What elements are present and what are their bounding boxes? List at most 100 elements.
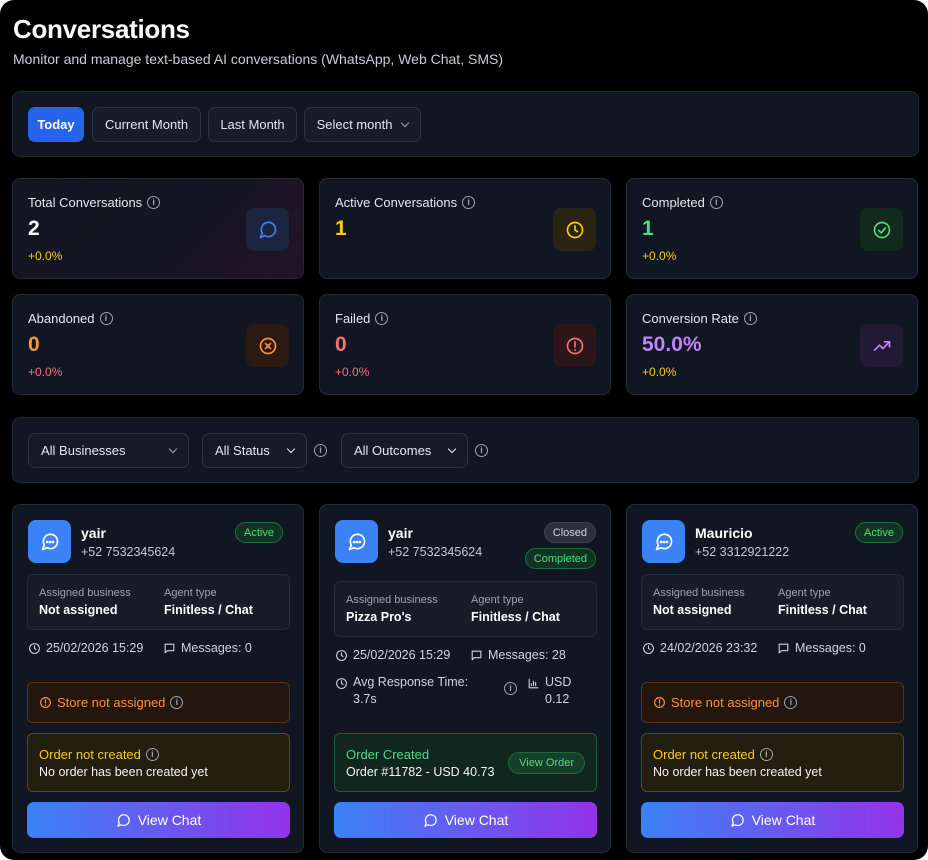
view-chat-button[interactable]: View Chat [27,802,290,838]
view-order-button[interactable]: View Order [508,752,585,774]
order-not-created-alert: Order not created i No order has been cr… [27,733,290,792]
conversation-card: yair +52 7532345624 Closed Completed Ass… [319,504,611,853]
view-chat-button[interactable]: View Chat [334,802,597,838]
stat-value: 1 [642,217,654,240]
info-icon[interactable]: i [314,444,327,457]
order-alert-text: No order has been created yet [653,765,822,779]
assigned-business-value: Not assigned [39,603,118,617]
trending-up-icon [860,324,903,367]
completed-card: Completed i 1 +0.0% [626,178,918,279]
assignment-box: Assigned business Pizza Pro's Agent type… [334,581,597,637]
chat-bubble-icon [730,813,744,827]
info-icon[interactable]: i [743,312,757,325]
agent-type-value: Finitless / Chat [471,610,560,624]
agent-type-value: Finitless / Chat [164,603,253,617]
assigned-business-label: Assigned business [346,594,438,606]
clock-icon [29,642,40,654]
store-alert-text: Store not assigned [671,695,780,710]
chat-avatar-icon [335,520,378,563]
today-button[interactable]: Today [28,107,84,142]
messages-count: Messages: 28 [488,648,566,662]
contact-phone: +52 7532345624 [388,545,483,559]
chevron-down-icon [168,444,178,453]
conversation-date: 24/02/2026 23:32 [660,641,758,655]
info-icon[interactable]: i [475,444,488,457]
x-circle-icon [246,324,289,367]
agent-type-label: Agent type [778,587,831,599]
messages-count: Messages: 0 [795,641,866,655]
info-icon[interactable]: i [759,748,773,761]
info-icon[interactable]: i [99,312,113,325]
select-month-label: Select month [316,117,393,132]
order-alert-title: Order not created [653,747,755,762]
chevron-down-icon [447,444,457,453]
info-icon[interactable]: i [147,196,161,209]
timer-icon [336,678,347,689]
contact-name: yair [388,525,413,541]
outcomes-filter-dropdown[interactable]: All Outcomes [341,433,468,468]
chevron-down-icon [286,444,296,453]
store-not-assigned-alert: Store not assigned i [641,682,904,723]
last-month-button[interactable]: Last Month [208,107,297,142]
info-icon[interactable]: i [462,196,476,209]
info-icon[interactable]: i [170,696,184,709]
clock-icon [553,208,596,251]
select-month-dropdown[interactable]: Select month [304,107,421,142]
status-badge: Active [855,522,903,543]
conversations-page: Conversations Monitor and manage text-ba… [0,0,928,860]
business-filter-dropdown[interactable]: All Businesses [28,433,189,468]
order-alert-text: No order has been created yet [39,765,208,779]
info-icon[interactable]: i [375,312,389,325]
contact-phone: +52 3312921222 [695,545,790,559]
cost-value: 0.12 [545,692,570,706]
check-circle-icon [860,208,903,251]
stat-value: 1 [335,217,347,240]
stat-change: +0.0% [642,249,677,263]
stat-change: +0.0% [28,249,63,263]
chat-bubble-icon [423,813,437,827]
assigned-business-label: Assigned business [653,587,745,599]
avg-response-value: 3.7s [353,692,377,706]
order-details: Order #11782 - USD 40.73 [346,765,495,779]
page-title: Conversations [13,14,190,44]
cost-currency: USD [545,675,572,689]
chat-avatar-icon [642,520,685,563]
chat-bubble-icon [116,813,130,827]
order-not-created-alert: Order not created i No order has been cr… [641,733,904,792]
agent-type-label: Agent type [471,594,524,606]
current-month-button[interactable]: Current Month [92,107,201,142]
info-icon[interactable]: i [784,696,798,709]
message-icon [164,643,175,653]
conversation-filter-bar: All Businesses All Status i All Outcomes… [12,417,919,483]
info-icon[interactable]: i [145,748,159,761]
store-not-assigned-alert: Store not assigned i [27,682,290,723]
active-conversations-card: Active Conversations i 1 [319,178,611,279]
info-icon[interactable]: i [504,682,517,695]
view-chat-label: View Chat [137,812,202,828]
contact-name: Mauricio [695,525,753,541]
stat-change: +0.0% [28,365,63,379]
stat-label: Active Conversations [335,195,458,210]
info-icon[interactable]: i [709,196,723,209]
stat-change: +0.0% [335,365,370,379]
view-chat-button[interactable]: View Chat [641,802,904,838]
message-icon [778,643,789,653]
conversation-date: 25/02/2026 15:29 [353,648,451,662]
status-badge: Closed [543,522,596,543]
page-subtitle: Monitor and manage text-based AI convers… [13,51,503,67]
stat-label: Failed [335,311,371,326]
alert-circle-icon [553,324,596,367]
stat-label: Completed [642,195,705,210]
stat-value: 0 [28,333,40,356]
status-badge: Active [235,522,283,543]
assigned-business-value: Not assigned [653,603,732,617]
status-filter-dropdown[interactable]: All Status [202,433,307,468]
agent-type-value: Finitless / Chat [778,603,867,617]
stat-value: 50.0% [642,333,702,356]
chat-avatar-icon [28,520,71,563]
failed-card: Failed i 0 +0.0% [319,294,611,395]
clock-icon [643,642,654,654]
message-icon [471,650,482,660]
total-conversations-card: Total Conversations i 2 +0.0% [12,178,304,279]
bar-chart-icon [528,678,539,689]
